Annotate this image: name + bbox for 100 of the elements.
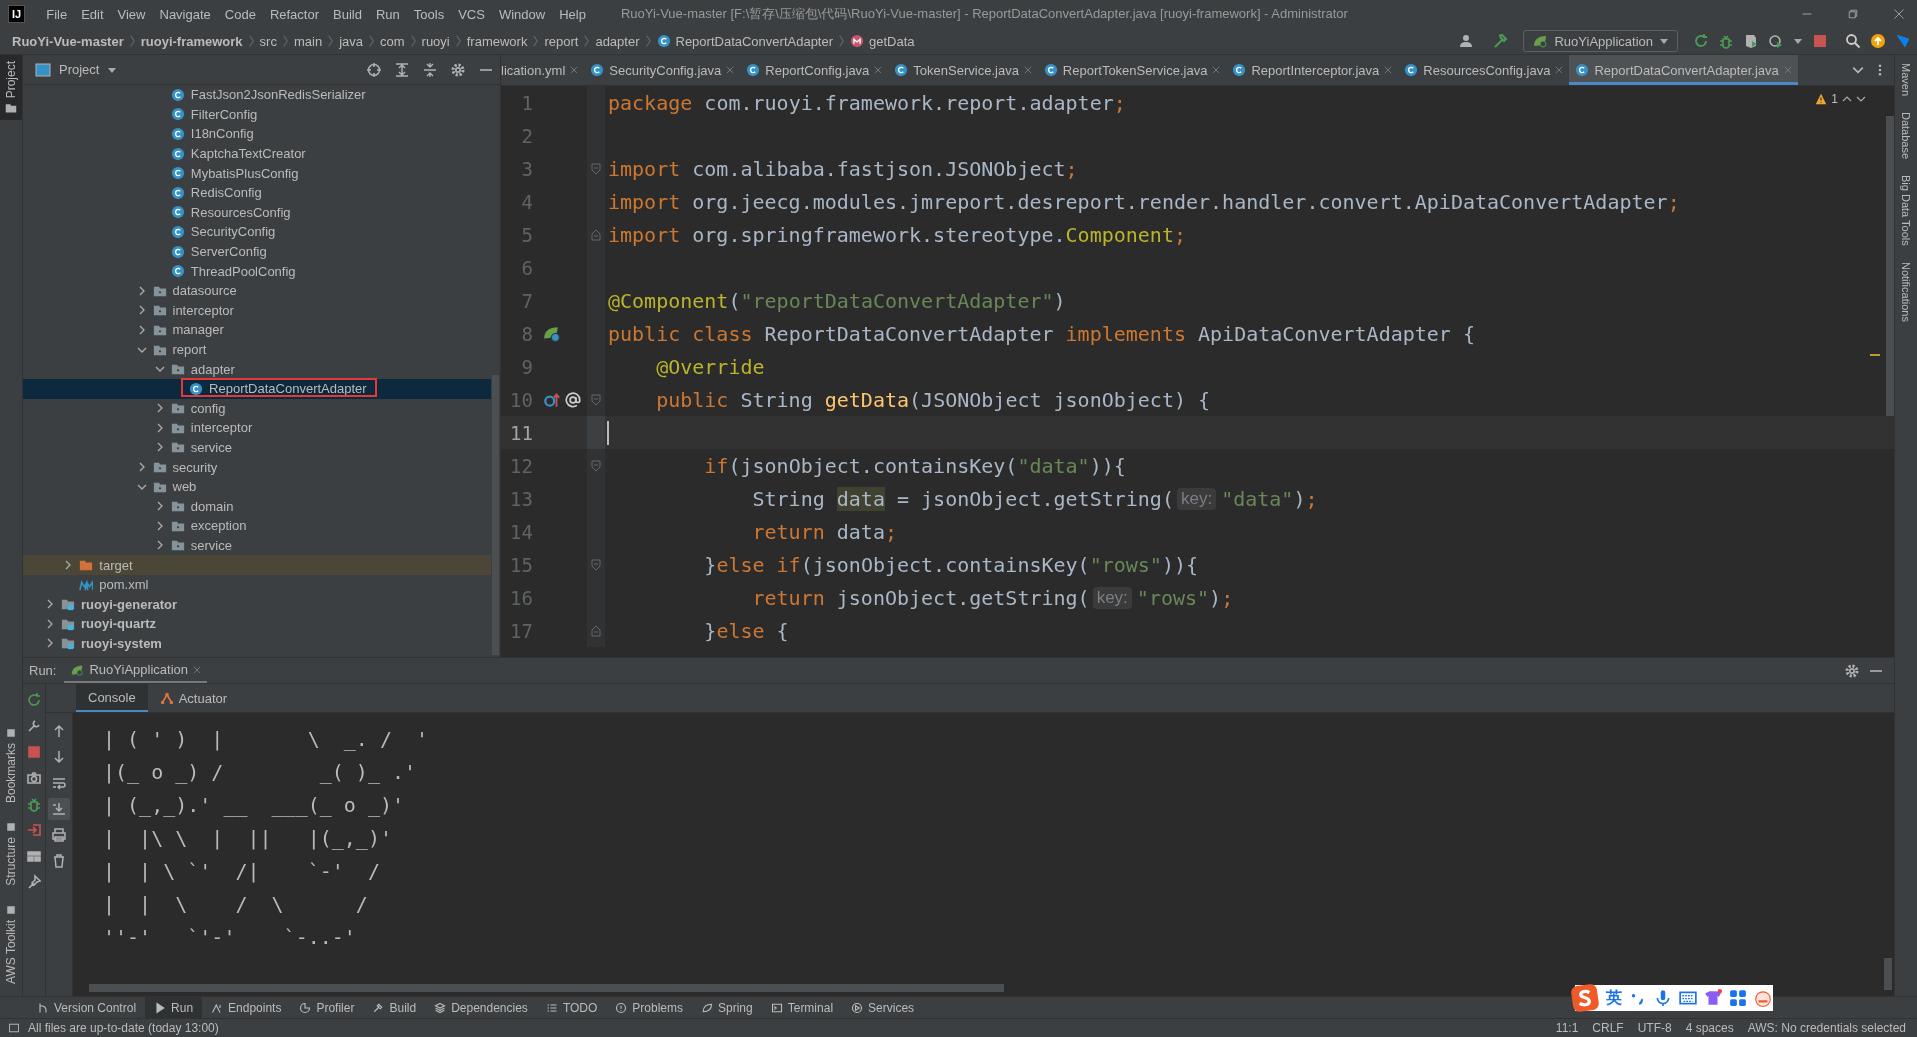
breadcrumb[interactable]: src [259, 33, 277, 49]
tree-item[interactable]: ruoyi-quartz [23, 614, 491, 634]
menu-item[interactable]: Edit [74, 6, 111, 22]
line-number: 16 [509, 586, 533, 609]
tree-item[interactable]: interceptor [23, 418, 491, 438]
status-item[interactable]: CRLF [1589, 1021, 1627, 1035]
tool-window-tab[interactable]: Version Control [28, 997, 146, 1018]
menu-item[interactable]: Help [552, 6, 593, 22]
tool-window-tab[interactable]: Problems [606, 997, 692, 1018]
menu-item[interactable]: Build [326, 6, 369, 22]
tree-item[interactable]: ReportDataConvertAdapter [23, 378, 491, 399]
tree-item[interactable]: I18nConfig [23, 124, 491, 144]
tree-item[interactable]: web [23, 476, 491, 497]
tool-window-tab[interactable]: Services [842, 997, 924, 1018]
code-line: }else if(jsonObject.containsKey("rows")){ [703, 552, 1199, 577]
menu-item[interactable]: Window [491, 6, 553, 22]
tree-item[interactable]: SecurityConfig [23, 222, 491, 242]
breadcrumb[interactable]: main [293, 33, 323, 49]
status-item[interactable]: 4 spaces [1682, 1021, 1737, 1035]
tool-window-tab[interactable]: Terminal [761, 997, 843, 1018]
run-config-dropdown[interactable]: RuoYiApplication [1523, 30, 1678, 52]
breadcrumb[interactable]: adapter [595, 33, 640, 49]
tree-item[interactable]: target [23, 555, 491, 575]
breadcrumb[interactable]: ruoyi-framework [140, 33, 243, 49]
tree-item[interactable]: service [23, 437, 491, 458]
status-item[interactable]: AWS: No credentials selected [1744, 1021, 1909, 1035]
tree-item[interactable]: KaptchaTextCreator [23, 143, 491, 164]
tree-item[interactable]: ServerConfig [23, 241, 491, 262]
tool-window-tab[interactable]: Structure [0, 815, 22, 892]
tool-window-tab[interactable]: Big Data Tools [1900, 175, 1912, 246]
menu-item[interactable]: Tools [406, 6, 452, 22]
menu-item[interactable]: View [110, 6, 153, 22]
status-item[interactable]: 11:1 [1552, 1021, 1582, 1035]
tool-window-tab[interactable]: Spring [692, 997, 762, 1018]
tree-item[interactable]: RedisConfig [23, 182, 491, 203]
breadcrumb[interactable]: framework [466, 33, 528, 49]
tree-item[interactable]: FastJson2JsonRedisSerializer [23, 85, 491, 105]
tree-item[interactable]: datasource [23, 280, 491, 301]
tree-item[interactable]: security [23, 457, 491, 477]
tree-item[interactable]: MybatisPlusConfig [23, 163, 491, 183]
tool-window-tab[interactable]: Endpoints [202, 997, 291, 1018]
tree-item[interactable]: FilterConfig [23, 104, 491, 125]
editor-tab[interactable]: ReportTokenService.java [1037, 55, 1227, 85]
tree-item[interactable]: domain [23, 496, 491, 517]
breadcrumb[interactable]: getData [869, 33, 915, 49]
tree-item[interactable]: ThreadPoolConfig [23, 261, 491, 281]
tree-item[interactable]: manager [23, 320, 491, 340]
tree-item[interactable]: service [23, 535, 491, 556]
line-number: 8 [520, 322, 533, 345]
tool-window-tab[interactable]: Run [145, 997, 203, 1018]
breadcrumb[interactable]: ReportDataConvertAdapter [675, 33, 834, 49]
menu-item[interactable]: Navigate [152, 6, 218, 22]
breadcrumb[interactable]: RuoYi-Vue-master [12, 33, 124, 49]
editor-tab[interactable]: TokenService.java [888, 55, 1038, 85]
menu-item[interactable]: Run [368, 6, 407, 22]
status-item[interactable]: UTF-8 [1634, 1021, 1675, 1035]
tool-window-tab[interactable]: Project [0, 55, 22, 121]
tree-item[interactable]: ResourcesConfig [23, 202, 491, 223]
editor-tab[interactable]: ResourcesConfig.java [1398, 55, 1570, 85]
editor-tab[interactable]: ReportConfig.java [740, 55, 889, 85]
tool-window-tab[interactable]: Bookmarks [0, 721, 22, 810]
tree-item[interactable]: report [23, 339, 491, 360]
tree-item[interactable]: exception [23, 516, 491, 536]
tree-item[interactable]: config [23, 398, 491, 419]
menu-item[interactable]: Refactor [262, 6, 327, 22]
line-number: 1 [520, 91, 533, 114]
editor-tab[interactable]: ReportDataConvertAdapter.java [1569, 55, 1798, 85]
breadcrumb[interactable]: com [380, 33, 405, 49]
line-number: 12 [509, 454, 533, 477]
menu-item[interactable]: VCS [451, 6, 492, 22]
breadcrumb[interactable]: ruoyi [421, 33, 450, 49]
code-line: return data; [751, 519, 897, 544]
tree-item[interactable]: ruoyi-system [23, 633, 491, 654]
console-tab[interactable]: Actuator [147, 684, 240, 712]
tool-window-tab[interactable]: Profiler [290, 997, 364, 1018]
menu-item[interactable]: File [39, 6, 75, 22]
line-number: 14 [509, 520, 533, 543]
ime-mode[interactable]: 英 [1606, 987, 1622, 1009]
breadcrumb[interactable]: java [339, 33, 363, 49]
code-line: public String getData(JSONObject jsonObject) { [655, 387, 1211, 412]
tree-item[interactable]: interceptor [23, 300, 491, 321]
editor-tab[interactable]: lication.yml [501, 55, 585, 85]
panel-title[interactable]: Project [59, 62, 100, 77]
tool-window-tab[interactable]: Notifications [1900, 261, 1912, 322]
tool-window-tab[interactable]: TODO [536, 997, 607, 1018]
tree-item[interactable]: pom.xml [23, 574, 491, 595]
breadcrumb[interactable]: report [544, 33, 579, 49]
tool-window-tab[interactable]: Build [363, 997, 426, 1018]
menu-item[interactable]: Code [217, 6, 263, 22]
warning-count[interactable]: 1 [1831, 92, 1838, 106]
tool-window-tab[interactable]: Dependencies [425, 997, 537, 1018]
tree-item[interactable]: adapter [23, 359, 491, 379]
tree-item[interactable]: ruoyi-generator [23, 594, 491, 615]
tool-window-tab[interactable]: AWS Toolkit [0, 897, 22, 990]
tool-window-tab[interactable]: Maven [1900, 63, 1912, 97]
console-tab[interactable]: Console [76, 684, 148, 712]
code-line: String data = jsonObject.getString( key: "data"); [751, 486, 1318, 511]
editor-tab[interactable]: SecurityConfig.java [584, 55, 741, 85]
editor-tab[interactable]: ReportInterceptor.java [1226, 55, 1399, 85]
tool-window-tab[interactable]: Database [1900, 112, 1912, 160]
